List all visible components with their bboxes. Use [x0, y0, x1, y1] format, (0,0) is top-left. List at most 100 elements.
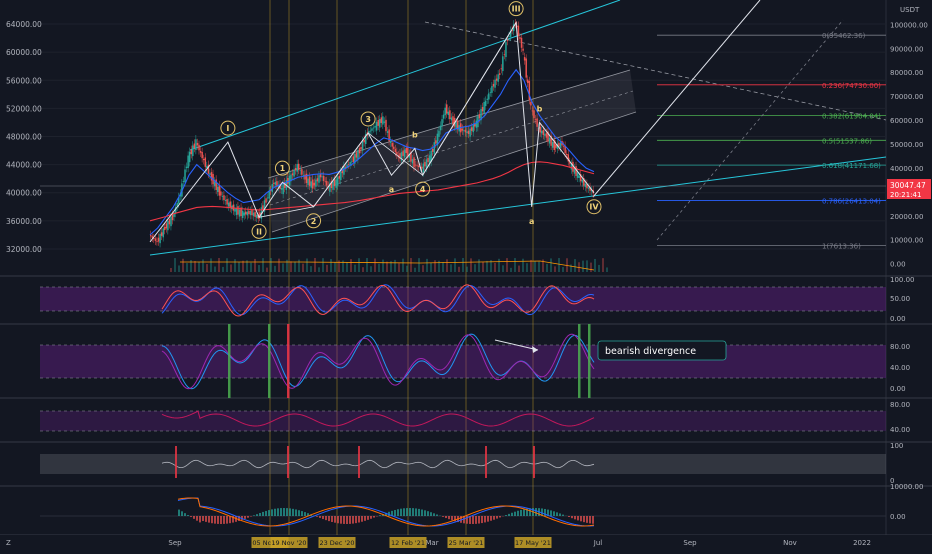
volume-bar: [582, 261, 584, 272]
volume-bar: [550, 258, 552, 272]
wave-label: IV: [589, 203, 599, 212]
volume-bar: [462, 258, 464, 272]
candle-body: [499, 73, 501, 75]
candle-body: [310, 181, 312, 187]
candle-body: [387, 131, 389, 133]
candle-body: [158, 238, 160, 242]
candle-body: [541, 131, 543, 134]
volume-bar: [410, 258, 412, 272]
macd-histogram-bar: [247, 516, 249, 518]
volume-bar: [394, 260, 396, 272]
candle-body: [485, 101, 487, 107]
candle-body: [309, 177, 311, 186]
macd-histogram-bar: [217, 516, 219, 524]
macd-histogram-bar: [337, 516, 339, 523]
macd-histogram-bar: [268, 510, 270, 516]
candle-body: [239, 209, 241, 216]
macd-histogram-bar: [424, 510, 426, 516]
macd-histogram-bar: [289, 508, 291, 516]
macd-histogram-bar: [256, 514, 258, 516]
wave-label: III: [512, 5, 521, 14]
volume-bar: [478, 259, 480, 272]
pane-tick: 0.00: [890, 315, 906, 323]
candle-body: [382, 116, 384, 124]
volume-bar: [538, 262, 540, 272]
time-axis-label: Mar: [425, 539, 438, 547]
pane-tick: 100: [890, 442, 903, 450]
macd-histogram-bar: [358, 516, 360, 523]
candle-body: [487, 99, 489, 100]
macd-histogram-bar: [418, 509, 420, 516]
signal-bar: [268, 324, 271, 398]
macd-histogram-bar: [196, 516, 198, 521]
right-price-tick: 90000.00: [890, 45, 923, 53]
candle-body: [462, 129, 464, 131]
candle-body: [298, 164, 300, 170]
tradingview-chart[interactable]: 64000.0060000.0056000.0052000.0048000.00…: [0, 0, 932, 550]
candle-body: [384, 122, 386, 123]
candle-body: [519, 37, 521, 39]
volume-bar: [250, 263, 252, 272]
volume-bar: [586, 260, 588, 272]
volume-bar: [522, 259, 524, 272]
candle-body: [323, 176, 325, 181]
macd-histogram-bar: [319, 516, 321, 518]
candle-body: [585, 184, 587, 187]
volume-bar: [266, 268, 268, 272]
volume-bar: [398, 263, 400, 272]
pane-tick: 100.00: [890, 276, 915, 284]
volume-bar: [446, 259, 448, 272]
candle-body: [577, 172, 579, 178]
wave-label: 1: [280, 164, 286, 173]
candle-body: [234, 209, 236, 212]
volume-bar: [214, 267, 216, 272]
volume-bar: [450, 264, 452, 272]
macd-histogram-bar: [205, 516, 207, 522]
volume-bar: [362, 267, 364, 272]
volume-bar: [274, 266, 276, 272]
volume-bar: [354, 265, 356, 272]
volume-bar: [474, 264, 476, 272]
chart-stage: 64000.0060000.0056000.0052000.0048000.00…: [0, 0, 932, 550]
volume-bar: [334, 262, 336, 272]
macd-histogram-bar: [484, 516, 486, 522]
macd-histogram-bar: [559, 513, 561, 516]
macd-histogram-bar: [334, 516, 336, 523]
candle-body: [539, 127, 541, 133]
pane-tick: 40.00: [890, 364, 910, 372]
macd-histogram-bar: [505, 515, 507, 516]
volume-bar: [546, 264, 548, 272]
macd-histogram-bar: [514, 512, 516, 516]
volume-bar: [262, 258, 264, 272]
candle-body: [377, 120, 379, 126]
candle-body: [441, 119, 443, 126]
candle-body: [164, 227, 166, 230]
fib-level-label: 1(7613.36): [822, 242, 861, 250]
left-price-tick: 44000.00: [6, 161, 42, 170]
candle-body: [300, 170, 302, 171]
candle-body: [237, 206, 239, 214]
volume-bar: [382, 260, 384, 272]
volume-bar: [406, 266, 408, 272]
volume-bar: [242, 261, 244, 272]
candle-body: [162, 228, 164, 237]
candle-body: [169, 219, 171, 224]
candle-body: [471, 127, 473, 131]
rsi-band: [40, 411, 886, 431]
candle-body: [315, 180, 317, 187]
wave-label: 3: [365, 115, 371, 124]
candle-body: [321, 176, 323, 177]
macd-histogram-bar: [271, 509, 273, 516]
volume-bar: [590, 263, 592, 272]
volume-bar: [182, 259, 184, 272]
volume-bar: [270, 258, 272, 272]
candle-body: [552, 142, 554, 148]
osc-band: [40, 454, 886, 474]
candle-body: [370, 131, 372, 132]
macd-histogram-bar: [361, 516, 363, 522]
stoch-rsi-2-band: [40, 345, 886, 378]
volume-bar: [258, 265, 260, 272]
volume-bar: [222, 267, 224, 272]
volume-bar: [386, 262, 388, 272]
macd-histogram-bar: [223, 516, 225, 524]
